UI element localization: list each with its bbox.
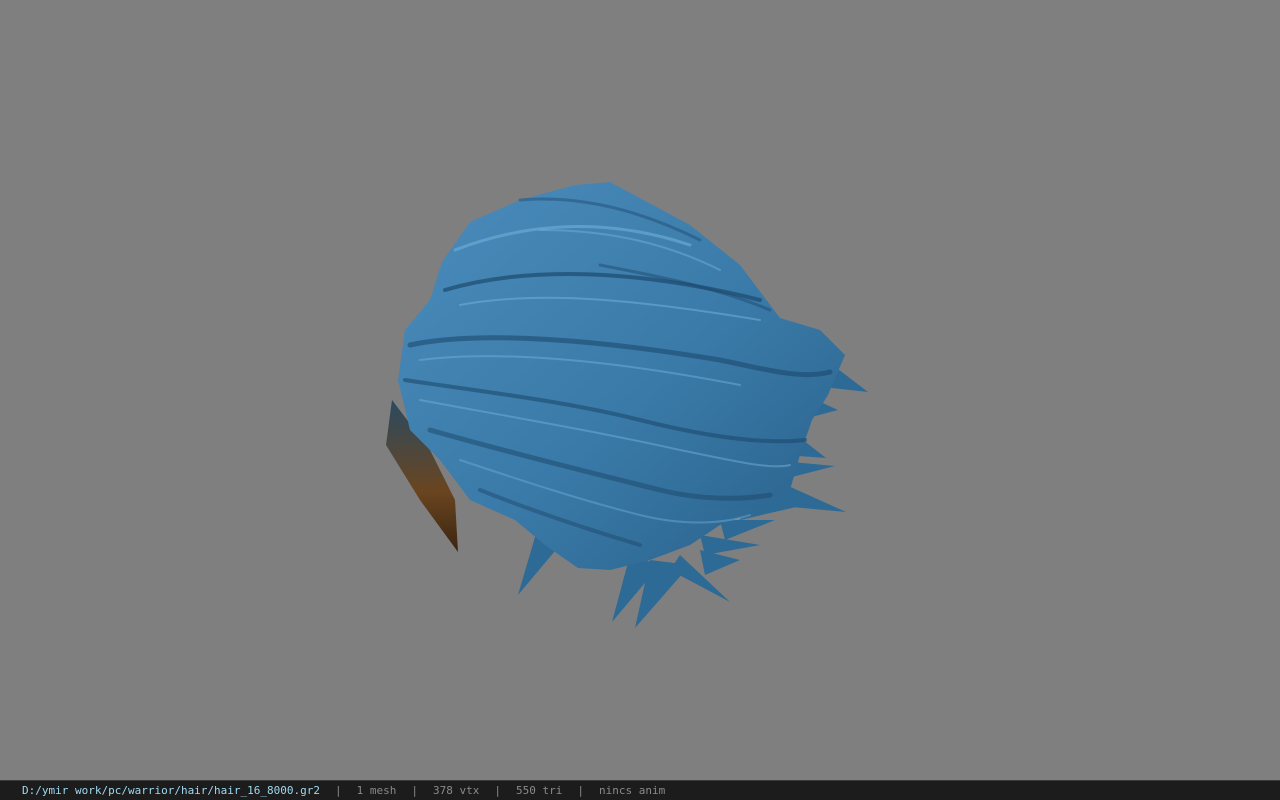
status-separator: |: [411, 784, 419, 797]
hair-model-render[interactable]: [0, 0, 1280, 780]
status-mesh-count: 1 mesh: [356, 784, 397, 797]
status-file-path: D:/ymir work/pc/warrior/hair/hair_16_800…: [22, 784, 321, 797]
status-separator: |: [494, 784, 501, 797]
status-separator: |: [335, 784, 342, 797]
status-triangle-count: 550 tri: [516, 784, 563, 797]
status-vertex-count: 378 vtx: [433, 784, 480, 797]
hair-main-mass: [398, 182, 845, 570]
status-bar: D:/ymir work/pc/warrior/hair/hair_16_800…: [0, 780, 1280, 800]
status-anim: nincs anim: [598, 784, 666, 797]
3d-viewport[interactable]: [0, 0, 1280, 780]
status-separator: |: [577, 784, 584, 797]
